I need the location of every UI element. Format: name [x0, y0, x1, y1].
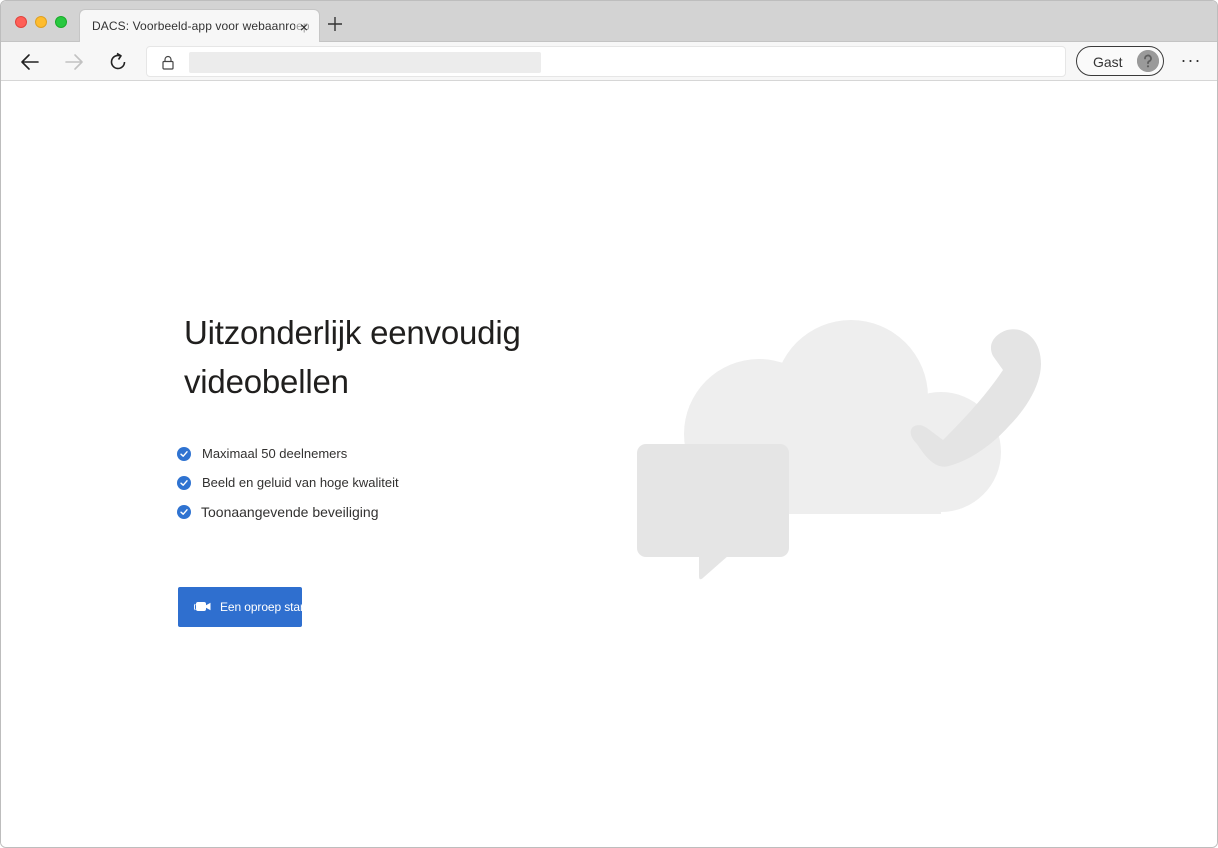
page-title: Uitzonderlijk eenvoudig videobellen: [184, 308, 604, 406]
list-item: Beeld en geluid van hoge kwaliteit: [177, 468, 399, 497]
lock-icon: [161, 55, 175, 70]
feature-text: Maximaal 50 deelnemers: [202, 446, 348, 461]
back-arrow-icon[interactable]: [18, 50, 42, 74]
reload-icon[interactable]: [106, 50, 130, 74]
more-options-icon[interactable]: ···: [1179, 49, 1203, 73]
browser-window: DACS: Voorbeeld-app voor webaanroep × Ga…: [0, 0, 1218, 848]
video-camera-icon: [193, 599, 212, 615]
start-call-button[interactable]: Een oproep starten: [178, 587, 332, 627]
browser-toolbar: Gast ···: [1, 42, 1217, 81]
cloud-call-illustration-icon: [637, 320, 1041, 580]
checkmark-icon: [177, 446, 191, 461]
hero-illustration: [631, 312, 1051, 592]
tab-active[interactable]: DACS: Voorbeeld-app voor webaanroep ×: [79, 9, 320, 43]
address-bar[interactable]: [146, 46, 1066, 77]
button-overflow-fade: [302, 587, 332, 627]
checkmark-icon: [177, 475, 191, 490]
list-item: Toonaangevende beveiliging: [177, 497, 399, 526]
profile-button[interactable]: Gast: [1076, 46, 1164, 76]
feature-text: Toonaangevende beveiliging: [201, 503, 379, 520]
tab-title: DACS: Voorbeeld-app voor webaanroep: [92, 19, 310, 33]
tab-close-icon[interactable]: ×: [295, 18, 313, 36]
minimize-window-button[interactable]: [35, 16, 47, 28]
feature-list: Maximaal 50 deelnemers Beeld en geluid v…: [177, 439, 399, 526]
close-window-button[interactable]: [15, 16, 27, 28]
maximize-window-button[interactable]: [55, 16, 67, 28]
feature-text: Beeld en geluid van hoge kwaliteit: [202, 475, 399, 490]
headline-line-1: Uitzonderlijk eenvoudig: [184, 314, 521, 351]
forward-arrow-icon[interactable]: [62, 50, 86, 74]
headline-line-2: videobellen: [184, 363, 349, 400]
url-field[interactable]: [189, 52, 541, 73]
page-content: Uitzonderlijk eenvoudig videobellen Maxi…: [1, 82, 1217, 847]
guest-avatar-icon: [1137, 50, 1159, 72]
checkmark-icon: [177, 504, 191, 519]
tab-strip: DACS: Voorbeeld-app voor webaanroep ×: [1, 1, 1217, 43]
profile-label: Gast: [1093, 54, 1123, 70]
new-tab-plus-icon[interactable]: [325, 14, 345, 34]
list-item: Maximaal 50 deelnemers: [177, 439, 399, 468]
